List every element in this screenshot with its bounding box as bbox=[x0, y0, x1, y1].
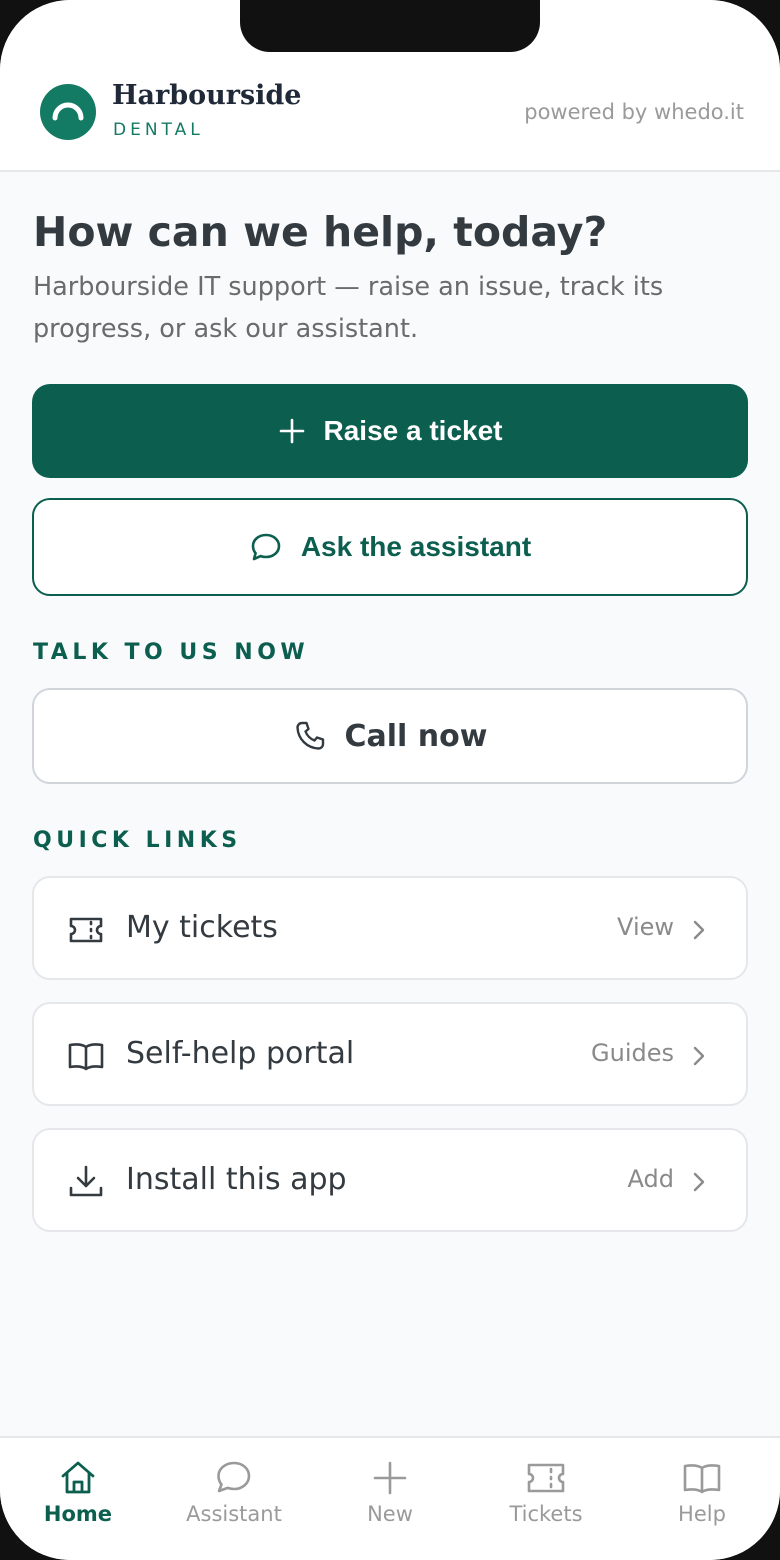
download-icon bbox=[69, 1165, 103, 1197]
chevron-right-icon bbox=[693, 1172, 705, 1192]
nav-tab-help[interactable]: Help bbox=[624, 1458, 780, 1554]
raise-ticket-button[interactable]: Raise a ticket bbox=[32, 384, 748, 478]
quick-link-action: Add bbox=[627, 1165, 674, 1193]
call-now-label: Call now bbox=[344, 718, 488, 754]
page-title: How can we help, today? bbox=[33, 208, 608, 256]
chevron-right-icon bbox=[693, 920, 705, 940]
book-icon bbox=[683, 1464, 721, 1494]
nav-tab-home[interactable]: Home bbox=[0, 1458, 156, 1554]
brand-subtitle: DENTAL bbox=[113, 120, 204, 140]
chevron-right-icon bbox=[693, 1046, 705, 1066]
ask-assistant-label: Ask the assistant bbox=[300, 531, 532, 562]
plus-icon bbox=[373, 1461, 407, 1495]
quick-link-my-tickets[interactable]: My tickets View bbox=[32, 876, 748, 980]
nav-tab-label: Help bbox=[678, 1502, 726, 1526]
ticket-icon bbox=[69, 917, 103, 943]
bottom-navigation: Home Assistant New Tickets Help bbox=[0, 1436, 780, 1560]
brand-name: Harbourside bbox=[112, 80, 302, 111]
nav-tab-assistant[interactable]: Assistant bbox=[156, 1458, 312, 1554]
call-now-button[interactable]: Call now bbox=[32, 688, 748, 784]
quick-link-action: View bbox=[617, 913, 674, 941]
quick-link-install-app[interactable]: Install this app Add bbox=[32, 1128, 748, 1232]
nav-tab-label: New bbox=[367, 1502, 413, 1526]
home-icon bbox=[61, 1461, 95, 1494]
book-icon bbox=[68, 1043, 104, 1071]
quick-link-label: My tickets bbox=[126, 910, 278, 945]
raise-ticket-label: Raise a ticket bbox=[323, 415, 503, 446]
nav-tab-label: Home bbox=[43, 1502, 113, 1526]
powered-by-link[interactable]: powered by whedo.it bbox=[524, 100, 744, 124]
plus-icon bbox=[279, 418, 304, 444]
harbourside-logo-icon bbox=[40, 84, 96, 140]
talk-section-heading: TALK TO US NOW bbox=[33, 640, 310, 665]
ticket-icon bbox=[527, 1463, 565, 1493]
device-notch bbox=[240, 0, 540, 52]
quick-link-label: Install this app bbox=[126, 1162, 347, 1197]
nav-tab-label: Assistant bbox=[186, 1502, 282, 1526]
chat-bubble-icon bbox=[251, 533, 281, 561]
phone-screen: Harbourside DENTAL powered by whedo.it H… bbox=[0, 0, 780, 1560]
nav-tab-tickets[interactable]: Tickets bbox=[468, 1458, 624, 1554]
quick-link-action: Guides bbox=[591, 1039, 674, 1067]
quick-links-heading: QUICK LINKS bbox=[33, 828, 242, 853]
nav-tab-new[interactable]: New bbox=[312, 1458, 468, 1554]
quick-link-self-help-portal[interactable]: Self-help portal Guides bbox=[32, 1002, 748, 1106]
nav-tab-label: Tickets bbox=[509, 1502, 583, 1526]
phone-icon bbox=[295, 721, 324, 750]
quick-link-label: Self-help portal bbox=[126, 1036, 355, 1071]
ask-assistant-button[interactable]: Ask the assistant bbox=[32, 498, 748, 596]
page-intro: Harbourside IT support — raise an issue,… bbox=[33, 272, 664, 344]
chat-bubble-icon bbox=[217, 1461, 251, 1493]
